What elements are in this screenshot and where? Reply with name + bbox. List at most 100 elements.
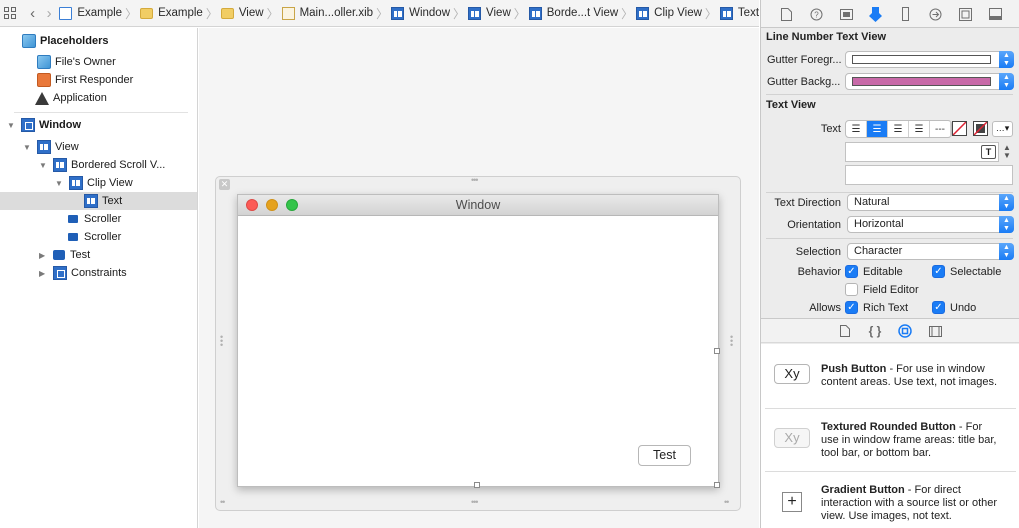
outline-files-owner[interactable]: File's Owner (0, 53, 197, 71)
cube-icon (22, 34, 36, 48)
outline-constraints[interactable]: ▶ Constraints (0, 264, 197, 282)
breadcrumb-bordered-scroll-view[interactable]: Borde...t View 〉 (528, 5, 636, 22)
window-preview[interactable]: Window Test (237, 194, 720, 488)
disclosure-triangle-icon[interactable]: ▶ (39, 251, 48, 260)
library-tabs: { } (761, 318, 1019, 343)
align-right-icon[interactable]: ☰ (888, 121, 909, 137)
zoom-button-icon[interactable] (286, 199, 298, 211)
outline-text[interactable]: Text (0, 192, 197, 210)
breadcrumb-example-folder[interactable]: Example 〉 (140, 5, 221, 22)
outline-placeholders[interactable]: Placeholders (0, 32, 197, 50)
breadcrumb-text[interactable]: Text (719, 6, 759, 20)
grid-icon[interactable] (2, 2, 18, 24)
outline-scroller-2[interactable]: Scroller (0, 228, 197, 246)
disclosure-triangle-icon[interactable]: ▼ (55, 179, 64, 188)
checkmark-icon: ✓ (845, 301, 858, 314)
section-divider (766, 94, 1013, 95)
stepper-arrows-icon[interactable]: ▲ ▼ (999, 51, 1014, 68)
breadcrumb-clip-view[interactable]: Clip View 〉 (636, 5, 720, 22)
help-icon[interactable]: ? (808, 6, 824, 22)
gradient-button-preview: + (782, 492, 802, 512)
resize-grip-left[interactable]: • • • (220, 333, 226, 350)
editable-checkbox[interactable]: ✓ Editable (845, 265, 903, 278)
svg-text:?: ? (814, 10, 819, 19)
breadcrumb-xib-file[interactable]: Main...oller.xib 〉 (281, 5, 392, 22)
scroller-icon (68, 215, 78, 223)
align-left-icon[interactable]: ☰ (846, 121, 867, 137)
disclosure-triangle-icon[interactable]: ▼ (39, 161, 48, 170)
test-button[interactable]: Test (638, 445, 691, 466)
view-effects-inspector-icon[interactable] (987, 6, 1003, 22)
forward-arrow-icon[interactable]: › (41, 2, 57, 24)
resize-grip-top[interactable]: ••• (471, 175, 479, 185)
font-size-stepper-icon[interactable]: ▲ ▼ (1001, 144, 1013, 160)
connections-inspector-icon[interactable] (927, 6, 943, 22)
stepper-arrows-icon[interactable]: ▲ ▼ (999, 73, 1014, 90)
more-options-icon[interactable]: …▾ (992, 121, 1013, 137)
outline-bordered-scroll-view[interactable]: ▼ Bordered Scroll V... (0, 156, 197, 174)
checkmark-icon: ✓ (932, 301, 945, 314)
breadcrumb-view[interactable]: View 〉 (468, 5, 529, 22)
field-editor-checkbox[interactable]: Field Editor (845, 283, 919, 296)
minimize-button-icon[interactable] (266, 199, 278, 211)
selectable-checkbox[interactable]: ✓ Selectable (932, 265, 1001, 278)
orientation-popup[interactable]: Horizontal ▲ ▼ (847, 216, 1014, 233)
align-center-icon[interactable]: ☰ (867, 121, 888, 137)
undo-checkbox[interactable]: ✓ Undo (932, 301, 976, 314)
breadcrumb-example-project[interactable]: Example 〉 (59, 5, 140, 22)
resize-handle[interactable] (714, 348, 720, 354)
gutter-background-color-well[interactable]: ▲ ▼ (845, 73, 1014, 90)
view-icon (37, 140, 51, 154)
outline-clip-view[interactable]: ▼ Clip View (0, 174, 197, 192)
breadcrumb-view-folder[interactable]: View 〉 (220, 5, 282, 22)
bindings-inspector-icon[interactable] (957, 6, 973, 22)
line-number-section-title: Line Number Text View (766, 31, 887, 43)
outline-view[interactable]: ▼ View (0, 138, 197, 156)
file-template-icon[interactable] (838, 324, 852, 338)
outline-first-responder[interactable]: First Responder (0, 71, 197, 89)
resize-grip-bottom[interactable]: ••• (471, 497, 479, 507)
view-icon (468, 6, 482, 20)
font-field[interactable]: T (845, 142, 999, 162)
attributes-inspector-icon[interactable] (867, 6, 883, 22)
outline-application[interactable]: Application (0, 89, 197, 107)
orientation-label: Orientation (787, 219, 841, 231)
size-inspector-icon[interactable] (897, 6, 913, 22)
back-arrow-icon[interactable]: ‹ (24, 2, 40, 24)
breadcrumb-separator: 〉 (266, 6, 279, 21)
background-color-icon[interactable] (973, 121, 988, 136)
resize-handle[interactable] (474, 482, 480, 488)
no-color-icon[interactable] (952, 121, 967, 136)
outline-test[interactable]: ▶ Test (0, 246, 197, 264)
application-icon (35, 91, 49, 105)
resize-grip-corner[interactable]: •• (724, 497, 729, 507)
resize-grip-corner[interactable]: •• (220, 497, 225, 507)
checkmark-icon: ✓ (845, 265, 858, 278)
identity-inspector-icon[interactable] (838, 6, 854, 22)
font-picker-icon[interactable]: T (981, 145, 996, 159)
outline-window[interactable]: ▼ Window (0, 116, 197, 134)
rich-text-checkbox[interactable]: ✓ Rich Text (845, 301, 908, 314)
text-color-field[interactable] (845, 165, 1013, 185)
code-snippet-icon[interactable]: { } (868, 324, 882, 338)
file-inspector-icon[interactable] (778, 6, 794, 22)
breadcrumb-window[interactable]: Window 〉 (391, 5, 468, 22)
disclosure-triangle-icon[interactable]: ▶ (39, 269, 48, 278)
close-button-icon[interactable] (246, 199, 258, 211)
window-icon (21, 118, 35, 132)
object-library-icon[interactable] (898, 324, 912, 338)
align-justify-icon[interactable]: ☰ (909, 121, 930, 137)
align-natural-icon[interactable]: --- (930, 121, 951, 137)
outline-scroller-1[interactable]: Scroller (0, 210, 197, 228)
resize-handle[interactable] (714, 482, 720, 488)
popup-arrows-icon: ▲ ▼ (999, 243, 1014, 260)
media-library-icon[interactable] (928, 324, 942, 338)
disclosure-triangle-icon[interactable]: ▼ (7, 121, 16, 130)
text-direction-popup[interactable]: Natural ▲ ▼ (847, 194, 1014, 211)
gutter-foreground-color-well[interactable]: ▲ ▼ (845, 51, 1014, 68)
close-icon[interactable]: ✕ (219, 179, 230, 190)
resize-grip-right[interactable]: • • • (730, 333, 736, 350)
disclosure-triangle-icon[interactable]: ▼ (23, 143, 32, 152)
text-alignment-segmented-control[interactable]: ☰ ☰ ☰ ☰ --- (845, 120, 952, 138)
selection-popup[interactable]: Character ▲ ▼ (847, 243, 1014, 260)
